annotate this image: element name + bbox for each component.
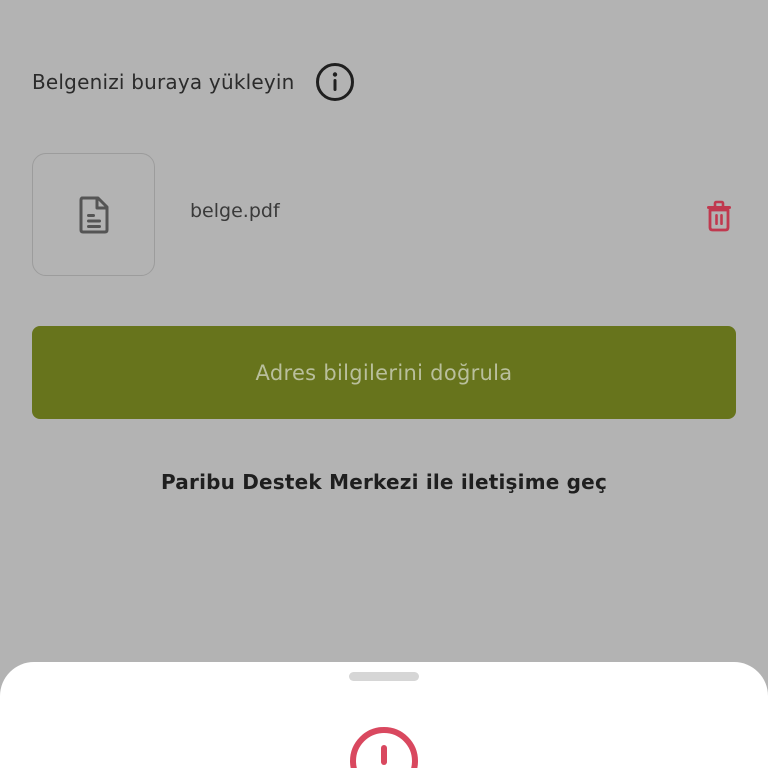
info-circle-icon[interactable] bbox=[315, 62, 355, 102]
verify-address-button-label: Adres bilgilerini doğrula bbox=[255, 360, 513, 385]
sheet-drag-handle[interactable] bbox=[349, 672, 419, 681]
alert-circle-icon bbox=[350, 727, 418, 768]
support-center-link[interactable]: Paribu Destek Merkezi ile iletişime geç bbox=[0, 470, 768, 494]
verify-address-button[interactable]: Adres bilgilerini doğrula bbox=[32, 326, 736, 419]
trash-icon[interactable] bbox=[704, 199, 734, 233]
uploaded-file-row: belge.pdf bbox=[32, 153, 736, 278]
app-screen: Belgenizi buraya yükleyin belge.pdf Adre… bbox=[0, 0, 768, 768]
upload-label: Belgenizi buraya yükleyin bbox=[32, 70, 295, 94]
upload-row: Belgenizi buraya yükleyin bbox=[32, 60, 355, 104]
file-name: belge.pdf bbox=[190, 200, 280, 222]
bottom-sheet bbox=[0, 662, 768, 768]
document-icon bbox=[79, 196, 108, 233]
file-thumbnail[interactable] bbox=[32, 153, 155, 276]
